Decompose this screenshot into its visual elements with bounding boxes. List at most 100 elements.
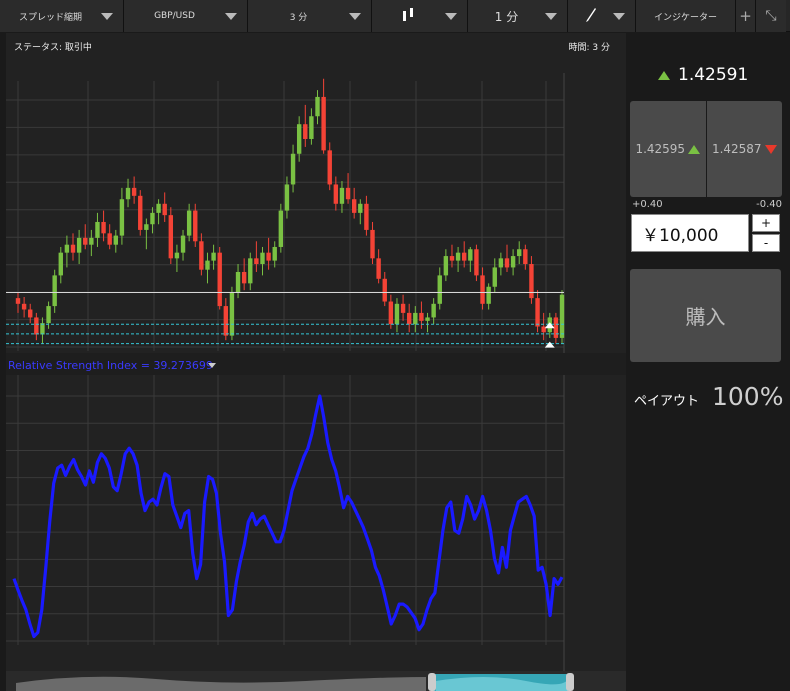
expand-icon[interactable]: ⤡ [756,0,786,32]
spread-dropdown[interactable]: スプレッド縮期 [0,0,124,32]
candle-body [144,224,149,230]
amount-input[interactable]: ￥10,000 [631,214,749,252]
chevron-down-icon [225,12,237,20]
candle-body [64,244,70,253]
chevron-down-icon [101,12,113,20]
candle-body [517,249,522,257]
candle-body [541,326,546,333]
chart-svg[interactable]: Relative Strength Index = 39.273699 [6,33,626,691]
up-arrow-icon [658,70,670,80]
high-quote-button[interactable]: 1.42595 [630,101,706,197]
trading-status: ステータス: 取引中 [14,43,92,53]
candle-body [492,267,497,287]
candle-body [95,221,100,238]
candle-body [327,150,332,185]
candle-body [559,294,565,338]
candle-body [388,301,394,325]
candle-body [339,187,345,204]
chart-panel[interactable]: ステータス: 取引中 時間: 3 分 Relative Strength Ind… [6,33,626,691]
timeframe-label: 時間: 3 分 [568,43,610,53]
low-quote-button[interactable]: 1.42587 [707,101,783,197]
indicator-button[interactable]: インジケーター [636,0,736,32]
candle-body [504,258,510,268]
candle-body [83,237,88,245]
candle-body [180,235,186,253]
decrease-amount-button[interactable]: - [752,234,780,252]
spread-label: スプレッド縮期 [18,12,82,23]
candle-body [486,286,491,304]
candle-body [235,271,241,293]
candle-body [351,199,357,213]
chevron-down-icon [613,12,625,20]
candle-body [217,252,222,307]
candle-body [150,212,155,225]
payout-value: 100% [712,382,784,411]
candle-body [480,275,485,304]
interval-label: 1 分 [494,9,519,24]
chevron-down-icon [545,12,557,20]
candle-body [462,252,467,261]
candle-body [186,210,192,236]
candle-body [229,292,235,336]
candle-body [260,252,265,265]
time-navigator[interactable] [6,671,626,691]
candle-body [535,298,540,327]
candle-body [431,303,436,318]
rsi-label: Relative Strength Index = 39.273699 [8,359,213,372]
candle-body [449,256,455,261]
chevron-down-icon [445,12,457,20]
current-price: 1.42591 [658,65,748,85]
drawing-tool-dropdown[interactable] [568,0,636,32]
currency-pair-dropdown[interactable]: GBP/USD [124,0,248,32]
increase-amount-button[interactable]: + [752,214,780,232]
candle-body [394,303,400,325]
payout-label: ペイアウト [634,394,700,409]
candle-body [211,252,216,261]
candle-body [119,199,125,236]
interval-dropdown[interactable]: 1 分 [468,0,568,32]
candle-body [248,258,253,284]
candle-body [296,124,302,154]
candle-body [138,195,143,230]
candle-body [364,203,369,230]
rsi-line [12,394,564,639]
candle-body [553,317,559,338]
candle-body [510,256,516,268]
chart-type-dropdown[interactable] [372,0,468,32]
candle-body [156,203,161,213]
candle-body [254,258,259,265]
candle-body [523,249,528,265]
candle-body [162,203,167,216]
buy-button[interactable]: 購入 [630,269,781,362]
period-dropdown[interactable]: 3 分 [248,0,372,32]
currency-pair-label: GBP/USD [154,11,195,21]
grid [6,73,626,673]
chevron-down-icon [349,12,361,20]
candle-body [358,203,363,213]
candle-body [382,278,387,302]
candle-body [89,237,94,245]
candle-body [333,184,339,204]
candle-body [455,252,461,261]
low-quote-value: 1.42587 [711,142,762,156]
candle-body [443,256,449,276]
candle-body [28,309,33,318]
indicator-label: インジケーター [653,12,717,23]
candle-body [168,215,174,259]
pen-icon [568,7,613,26]
candle-body [284,184,290,211]
candle-body [315,96,320,117]
trade-panel: 1.42591 1.42595 1.42587 +0.40 -0.40 ￥10,… [628,33,790,691]
candle-body [345,187,351,200]
add-icon[interactable]: + [736,0,756,32]
candle-body [113,235,118,245]
candle-body [34,317,39,335]
candle-body [290,153,296,185]
candle-body [406,312,412,325]
candle-body [419,312,424,321]
candle-body [498,258,504,268]
candle-body [199,241,204,270]
candle-body [529,264,534,299]
candle-body [101,221,106,234]
down-arrow-icon [764,144,777,154]
